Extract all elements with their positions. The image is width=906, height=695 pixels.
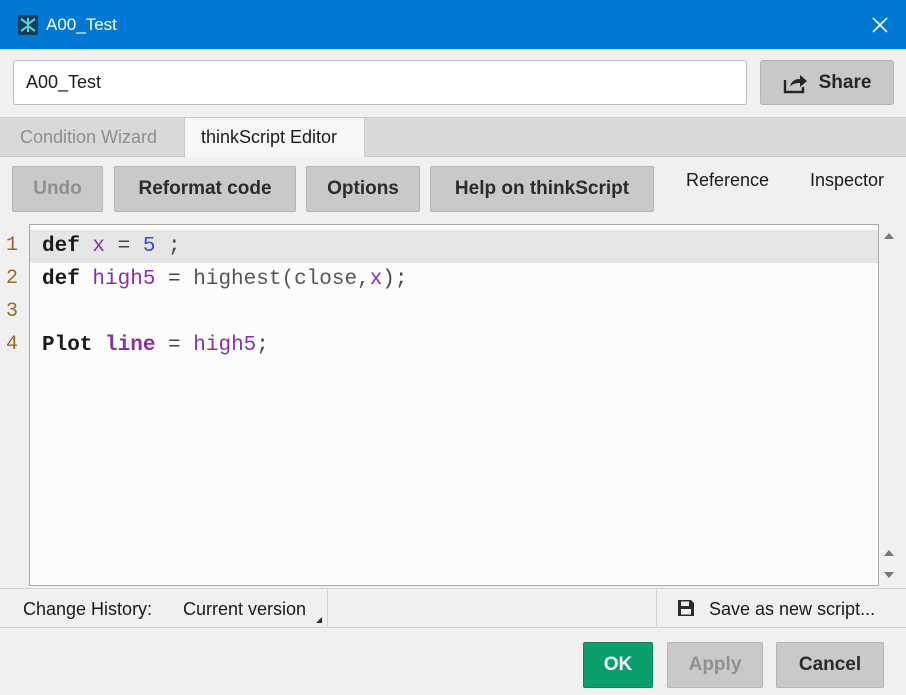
inspector-link[interactable]: Inspector bbox=[810, 170, 884, 191]
vertical-scrollbar[interactable] bbox=[880, 224, 900, 586]
change-history-label: Change History: bbox=[23, 599, 153, 619]
apply-button[interactable]: Apply bbox=[667, 642, 763, 688]
cancel-button[interactable]: Cancel bbox=[776, 642, 884, 688]
ok-button[interactable]: OK bbox=[583, 642, 653, 688]
line-number: 4 bbox=[6, 333, 19, 356]
scroll-down-icon[interactable] bbox=[884, 572, 894, 578]
line-number: 1 bbox=[6, 234, 19, 257]
share-label: Share bbox=[818, 71, 872, 93]
study-name-input[interactable] bbox=[13, 60, 747, 105]
code-line: def high5 = highest(close,x); bbox=[42, 268, 408, 291]
scroll-up-icon[interactable] bbox=[884, 550, 894, 556]
status-bar: Change History: Current version Save as … bbox=[0, 588, 906, 628]
title-bar: A00_Test bbox=[0, 0, 906, 49]
code-text-area[interactable]: def x = 5 ; def high5 = highest(close,x)… bbox=[29, 224, 879, 586]
tab-thinkscript-editor[interactable]: thinkScript Editor bbox=[184, 118, 365, 157]
dropdown-corner-icon bbox=[316, 617, 322, 623]
reference-link[interactable]: Reference bbox=[686, 170, 769, 191]
code-line: def x = 5 ; bbox=[42, 235, 181, 258]
code-line: Plot line = high5; bbox=[42, 334, 269, 357]
app-icon bbox=[18, 15, 38, 35]
share-icon bbox=[783, 74, 807, 93]
save-icon bbox=[676, 598, 696, 623]
line-number: 2 bbox=[6, 267, 19, 290]
share-button[interactable]: Share bbox=[760, 60, 894, 105]
line-number-gutter: 1 2 3 4 bbox=[0, 224, 28, 586]
code-editor[interactable]: 1 2 3 4 def x = 5 ; def high5 = highest(… bbox=[0, 224, 906, 586]
tab-condition-wizard[interactable]: Condition Wizard bbox=[4, 118, 173, 157]
options-button[interactable]: Options bbox=[306, 166, 420, 212]
version-dropdown[interactable]: Current version bbox=[183, 599, 306, 620]
window-title: A00_Test bbox=[46, 15, 117, 34]
undo-button[interactable]: Undo bbox=[12, 166, 103, 212]
close-icon[interactable] bbox=[868, 13, 892, 37]
scroll-up-icon[interactable] bbox=[884, 233, 894, 239]
divider bbox=[327, 589, 328, 628]
reformat-code-button[interactable]: Reformat code bbox=[114, 166, 296, 212]
divider bbox=[656, 589, 657, 628]
save-as-new-script-link[interactable]: Save as new script... bbox=[709, 599, 875, 620]
tab-strip: Condition Wizard thinkScript Editor bbox=[0, 117, 906, 157]
help-button[interactable]: Help on thinkScript bbox=[430, 166, 654, 212]
line-number: 3 bbox=[6, 300, 19, 323]
